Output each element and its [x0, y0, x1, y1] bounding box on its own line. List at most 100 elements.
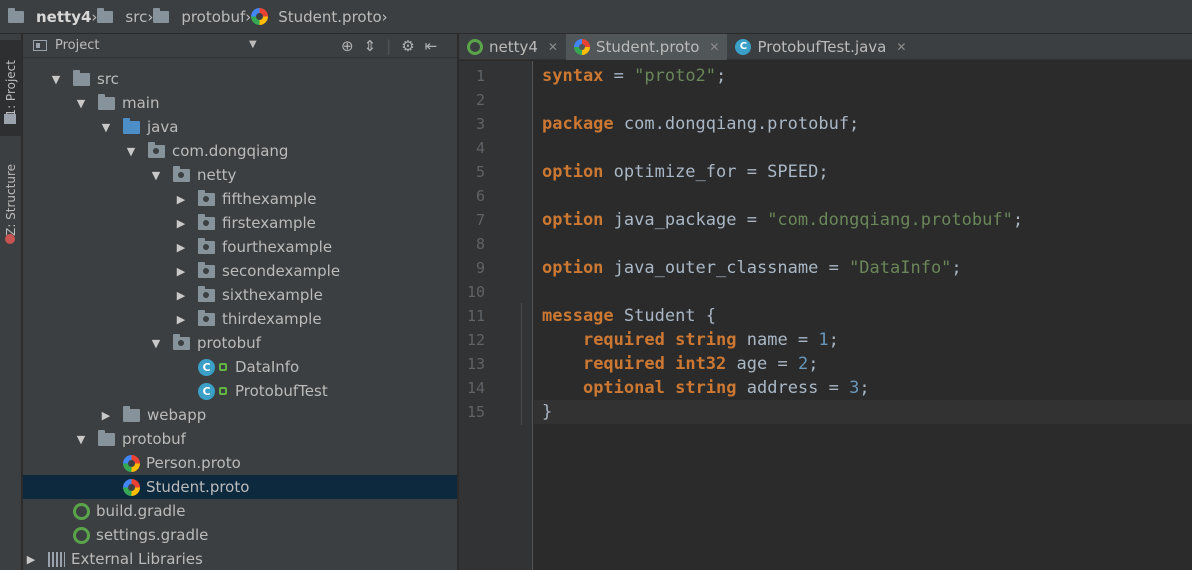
tree-item-label: DataInfo	[235, 358, 300, 376]
collapsed-arrow-icon[interactable]: ▶	[174, 193, 188, 206]
code-line[interactable]: required int32 age = 2;	[542, 352, 818, 376]
tree-item[interactable]: C ProtobufTest	[23, 379, 457, 403]
tree-item-label: thirdexample	[222, 310, 322, 328]
expanded-arrow-icon[interactable]: ▼	[149, 337, 163, 350]
tree-item[interactable]: ▶ firstexample	[23, 211, 457, 235]
package-icon	[198, 261, 215, 278]
code-area[interactable]: syntax = "proto2"; package com.dongqiang.…	[534, 61, 1192, 570]
breadcrumb-file[interactable]: Student.proto	[251, 8, 382, 26]
tree-item-label: protobuf	[197, 334, 261, 352]
code-line[interactable]: }	[542, 400, 552, 424]
folder-icon	[153, 7, 170, 23]
proto-icon	[573, 39, 590, 55]
tree-item[interactable]: settings.gradle	[23, 523, 457, 547]
collapse-all-icon[interactable]: ⇕	[364, 37, 377, 55]
collapsed-arrow-icon[interactable]: ▶	[99, 409, 113, 422]
code-line[interactable]: syntax = "proto2";	[542, 64, 726, 88]
tree-item[interactable]: C DataInfo	[23, 355, 457, 379]
folder-icon	[98, 429, 115, 446]
breadcrumb-src[interactable]: src	[97, 7, 147, 26]
number-token: 1	[818, 330, 829, 350]
tree-item[interactable]: ▶ fourthexample	[23, 235, 457, 259]
expanded-arrow-icon[interactable]: ▼	[74, 433, 88, 446]
code-token: Student {	[613, 306, 717, 326]
tree-item[interactable]: ▶ sixthexample	[23, 283, 457, 307]
code-token: ;	[859, 378, 870, 398]
tree-item[interactable]: Student.proto	[23, 475, 457, 499]
collapsed-arrow-icon[interactable]: ▶	[174, 265, 188, 278]
line-number: 11	[466, 307, 485, 325]
hide-panel-icon[interactable]: ⇤	[425, 37, 438, 55]
editor-tab-bar: netty4 ✕ Student.proto ✕ C ProtobufTest.java ✕	[459, 34, 1192, 60]
folder-icon	[97, 7, 114, 23]
project-panel: Project ▼ ⊕ ⇕ | ⚙ ⇤ ▼ src ▼ main ▼ java ▼ com.d…	[23, 34, 476, 570]
chevron-down-icon[interactable]: ▼	[249, 39, 257, 50]
expanded-arrow-icon[interactable]: ▼	[149, 169, 163, 182]
code-token: =	[603, 66, 635, 86]
ide-window: netty4 › src › protobuf › Student.proto …	[0, 0, 1192, 570]
gear-icon[interactable]: ⚙	[401, 37, 414, 55]
tree-item[interactable]: ▶ webapp	[23, 403, 457, 427]
project-view-selector[interactable]: Project	[55, 38, 99, 53]
tree-item[interactable]: ▶ secondexample	[23, 259, 457, 283]
expanded-arrow-icon[interactable]: ▼	[99, 121, 113, 134]
tree-item[interactable]: ▼ protobuf	[23, 331, 457, 355]
package-icon	[198, 309, 215, 326]
close-icon[interactable]: ✕	[548, 40, 558, 54]
tree-item[interactable]: ▼ src	[23, 67, 457, 91]
code-line[interactable]: option optimize_for = SPEED;	[542, 160, 829, 184]
collapsed-arrow-icon[interactable]: ▶	[24, 553, 38, 566]
tree-item[interactable]: build.gradle	[23, 499, 457, 523]
tree-item[interactable]: ▶ fifthexample	[23, 187, 457, 211]
editor-tab-label: ProtobufTest.java	[757, 38, 887, 56]
collapsed-arrow-icon[interactable]: ▶	[174, 217, 188, 230]
tree-item[interactable]: ▼ main	[23, 91, 457, 115]
package-icon	[148, 141, 165, 158]
project-view-icon	[33, 40, 47, 51]
expanded-arrow-icon[interactable]: ▼	[49, 73, 63, 86]
line-number: 4	[475, 139, 485, 157]
code-line[interactable]: required string name = 1;	[542, 328, 839, 352]
collapsed-arrow-icon[interactable]: ▶	[174, 313, 188, 326]
code-line[interactable]: optional string address = 3;	[542, 376, 870, 400]
editor-tab-label: netty4	[489, 38, 538, 56]
tree-item[interactable]: Person.proto	[23, 451, 457, 475]
tree-item-label: java	[147, 118, 179, 136]
proto-file-icon	[123, 454, 140, 472]
proto-file-icon	[123, 478, 140, 496]
editor-tab[interactable]: C ProtobufTest.java ✕	[727, 34, 914, 60]
code-line[interactable]: message Student {	[542, 304, 716, 328]
scroll-from-source-icon[interactable]: ⊕	[341, 37, 354, 55]
tree-item[interactable]: ▶ thirdexample	[23, 307, 457, 331]
lock-icon	[219, 387, 227, 395]
collapsed-arrow-icon[interactable]: ▶	[174, 241, 188, 254]
code-token: optimize_for = SPEED;	[603, 162, 829, 182]
code-line[interactable]: package com.dongqiang.protobuf;	[542, 112, 859, 136]
code-line[interactable]: option java_package = "com.dongqiang.pro…	[542, 208, 1023, 232]
code-editor[interactable]: 1 2 3 4 5 6 7 8 9 10 11 12 13 14 15 syntax = "proto2";…	[459, 61, 1192, 570]
close-icon[interactable]: ✕	[709, 40, 719, 54]
tree-item[interactable]: ▼ protobuf	[23, 427, 457, 451]
keyword-token: syntax	[542, 66, 604, 86]
expanded-arrow-icon[interactable]: ▼	[124, 145, 138, 158]
folder-icon	[8, 7, 24, 23]
tree-item[interactable]: ▼ java	[23, 115, 457, 139]
tree-item[interactable]: ▶ External Libraries	[23, 547, 457, 570]
editor-tab[interactable]: netty4 ✕	[459, 34, 566, 60]
editor-tab[interactable]: Student.proto ✕	[565, 34, 728, 60]
code-token: java_package =	[603, 210, 768, 230]
breadcrumb-project[interactable]: netty4	[8, 7, 91, 26]
keyword-token: optional	[582, 378, 665, 398]
code-token: age =	[726, 354, 798, 374]
string-token: "DataInfo"	[849, 258, 952, 278]
code-token: name =	[736, 330, 819, 350]
collapsed-arrow-icon[interactable]: ▶	[174, 289, 188, 302]
code-token: ;	[808, 354, 819, 374]
expanded-arrow-icon[interactable]: ▼	[74, 97, 88, 110]
tree-item[interactable]: ▼ netty	[23, 163, 457, 187]
code-line[interactable]: option java_outer_classname = "DataInfo"…	[542, 256, 962, 280]
tree-item[interactable]: ▼ com.dongqiang	[23, 139, 457, 163]
breadcrumb-protobuf[interactable]: protobuf	[153, 7, 245, 26]
close-icon[interactable]: ✕	[896, 40, 906, 54]
